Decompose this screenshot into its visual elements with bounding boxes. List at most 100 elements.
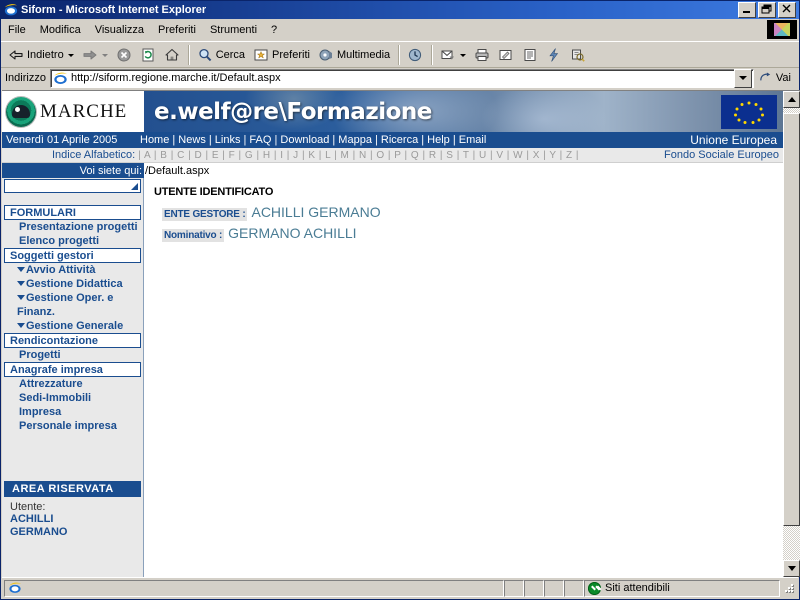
marche-logo[interactable]: MARCHE	[2, 91, 144, 132]
menu-item-preferiti[interactable]: Preferiti	[151, 22, 203, 38]
sidebar-item-label: Gestione Didattica	[26, 278, 123, 290]
sidebar-item-gestione-generale[interactable]: Gestione Generale	[2, 319, 143, 333]
history-button[interactable]	[403, 44, 427, 66]
sidebar-item-gestione-oper-finanz[interactable]: Gestione Oper. e Finanz.	[2, 291, 143, 319]
scroll-up-button[interactable]	[783, 91, 800, 108]
site-banner: MARCHE e.welf@re\Formazione	[2, 91, 783, 132]
address-input[interactable]: http://siform.regione.marche.it/Default.…	[49, 68, 754, 88]
media-label: Multimedia	[336, 49, 391, 61]
forward-button[interactable]	[78, 44, 112, 66]
mail-dropdown-icon[interactable]	[460, 53, 467, 57]
vertical-scrollbar[interactable]	[783, 91, 800, 577]
edit-button[interactable]	[494, 44, 518, 66]
security-zone-pane[interactable]: Siti attendibili	[584, 579, 780, 597]
print-button[interactable]	[470, 44, 494, 66]
restore-button[interactable]	[758, 2, 776, 18]
discuss-button[interactable]	[518, 44, 542, 66]
discuss-icon	[522, 47, 538, 63]
resize-grip[interactable]	[782, 581, 796, 595]
breadcrumb: Voi siete qui: /Default.aspx	[2, 163, 783, 178]
media-button[interactable]: Multimedia	[314, 44, 394, 66]
close-button[interactable]	[778, 2, 796, 18]
go-button[interactable]: Vai	[754, 70, 797, 86]
edit-icon	[498, 47, 514, 63]
status-pane-4	[564, 579, 584, 597]
address-url-text[interactable]: http://siform.regione.marche.it/Default.…	[71, 72, 734, 84]
scroll-thumb[interactable]	[783, 113, 800, 526]
user-label: Utente:	[10, 501, 46, 513]
favorites-button[interactable]: Preferiti	[249, 44, 314, 66]
search-button[interactable]: Cerca	[193, 44, 249, 66]
scroll-up-icon	[787, 97, 796, 102]
back-dropdown-icon[interactable]	[67, 53, 74, 57]
go-label: Vai	[775, 72, 791, 84]
navigation-toolbar: Indietro Cerca Preferiti Multimedia	[1, 41, 799, 68]
menu-bar: File Modifica Visualizza Preferiti Strum…	[1, 19, 799, 41]
menu-item-strumenti[interactable]: Strumenti	[203, 22, 264, 38]
page-viewport: MARCHE e.welf@re\Formazione Venerdì 01 A…	[2, 90, 800, 577]
web-page: MARCHE e.welf@re\Formazione Venerdì 01 A…	[2, 91, 783, 577]
research-icon	[570, 47, 586, 63]
content-title: UTENTE IDENTIFICATO	[154, 186, 274, 198]
banner-title: e.welf@re\Formazione	[154, 98, 432, 125]
sidebar-item-presentazione-progetti[interactable]: Presentazione progetti	[2, 220, 143, 234]
back-label: Indietro	[27, 49, 64, 61]
ie-icon	[4, 3, 18, 17]
fondo-sociale-label: Fondo Sociale Europeo	[664, 149, 779, 161]
back-button[interactable]: Indietro	[4, 44, 78, 66]
print-icon	[474, 47, 490, 63]
stop-icon	[116, 47, 132, 63]
scroll-down-icon	[787, 566, 796, 571]
sidebar-item-attrezzature[interactable]: Attrezzature	[2, 377, 143, 391]
messenger-icon	[546, 47, 562, 63]
browser-window: Siform - Microsoft Internet Explorer Fil…	[0, 0, 800, 600]
sidebar-item-label: Gestione Oper. e Finanz.	[17, 292, 114, 318]
sidebar-group-header-rendicontazione: Rendicontazione	[4, 333, 141, 348]
sidebar-item-personale-impresa[interactable]: Personale impresa	[2, 419, 143, 433]
sidebar-group-header-soggetti-gestori: Soggetti gestori	[4, 248, 141, 263]
ie-status-icon	[8, 581, 22, 595]
sidebar-item-elenco-progetti[interactable]: Elenco progetti	[2, 234, 143, 248]
user-firstname: GERMANO	[10, 526, 68, 538]
main-content: UTENTE IDENTIFICATO ENTE GESTORE : ACHIL…	[144, 178, 783, 577]
refresh-button[interactable]	[136, 44, 160, 66]
sidebar-user-block: Utente: ACHILLI GERMANO	[2, 497, 143, 539]
mail-button[interactable]	[436, 44, 470, 66]
page-body: FORMULARI Presentazione progetti Elenco …	[2, 178, 783, 577]
sidebar-item-gestione-didattica[interactable]: Gestione Didattica	[2, 277, 143, 291]
menu-item-file[interactable]: File	[1, 22, 33, 38]
menu-item-help[interactable]: ?	[264, 22, 284, 38]
home-icon	[164, 47, 180, 63]
home-button[interactable]	[160, 44, 184, 66]
toolbar-separator	[187, 45, 189, 65]
mail-icon	[440, 47, 456, 63]
sidebar-select[interactable]	[4, 179, 141, 193]
status-pane-1	[504, 579, 524, 597]
go-arrow-icon	[758, 70, 774, 86]
index-letters[interactable]: | A | B | C | D | E | F | G | H | I | J …	[138, 150, 579, 161]
research-button[interactable]	[566, 44, 590, 66]
search-icon	[197, 47, 213, 63]
menu-item-modifica[interactable]: Modifica	[33, 22, 88, 38]
minimize-button[interactable]	[738, 2, 756, 18]
stop-button[interactable]	[112, 44, 136, 66]
menu-item-visualizza[interactable]: Visualizza	[88, 22, 151, 38]
messenger-button[interactable]	[542, 44, 566, 66]
forward-dropdown-icon[interactable]	[101, 53, 108, 57]
triangle-down-icon	[17, 266, 25, 272]
nav-links[interactable]: Home | News | Links | FAQ | Download | M…	[140, 134, 690, 146]
status-bar: Siti attendibili	[2, 577, 798, 598]
window-buttons	[738, 2, 796, 18]
marche-emblem-icon	[6, 96, 36, 127]
toolbar-separator-3	[431, 45, 433, 65]
sidebar-item-avvio-attivita[interactable]: Avvio Attività	[2, 263, 143, 277]
sidebar-item-progetti[interactable]: Progetti	[2, 348, 143, 362]
sidebar-item-sedi-immobili[interactable]: Sedi-Immobili	[2, 391, 143, 405]
address-dropdown-button[interactable]	[733, 68, 752, 88]
window-title: Siform - Microsoft Internet Explorer	[21, 4, 207, 16]
sidebar-item-impresa[interactable]: Impresa	[2, 405, 143, 419]
favorites-label: Preferiti	[272, 49, 310, 61]
breadcrumb-path: /Default.aspx	[144, 163, 783, 178]
scroll-down-button[interactable]	[783, 560, 800, 577]
